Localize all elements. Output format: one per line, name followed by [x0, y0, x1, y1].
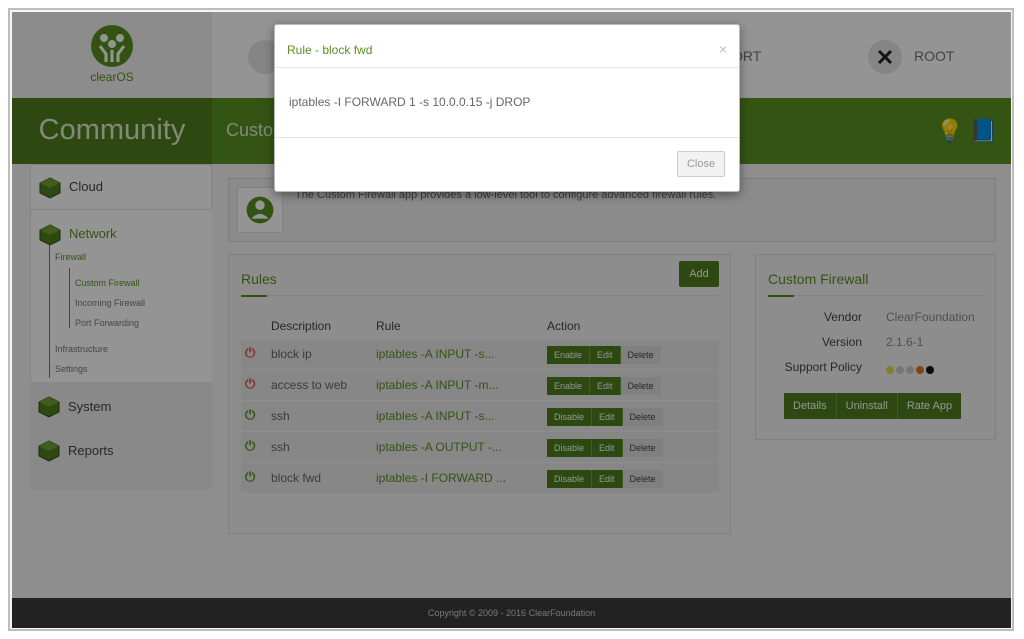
- close-icon[interactable]: ×: [719, 41, 727, 57]
- rule-modal: Rule - block fwd × iptables -I FORWARD 1…: [274, 24, 740, 192]
- divider: [275, 137, 739, 138]
- close-button[interactable]: Close: [677, 151, 725, 177]
- modal-title: Rule - block fwd: [287, 43, 373, 57]
- divider: [275, 67, 739, 68]
- modal-rule-text: iptables -I FORWARD 1 -s 10.0.0.15 -j DR…: [289, 95, 531, 109]
- window-frame: clearOS ORT ROOT Community Custo 💡 📘 Clo…: [8, 8, 1014, 631]
- page: clearOS ORT ROOT Community Custo 💡 📘 Clo…: [12, 12, 1011, 628]
